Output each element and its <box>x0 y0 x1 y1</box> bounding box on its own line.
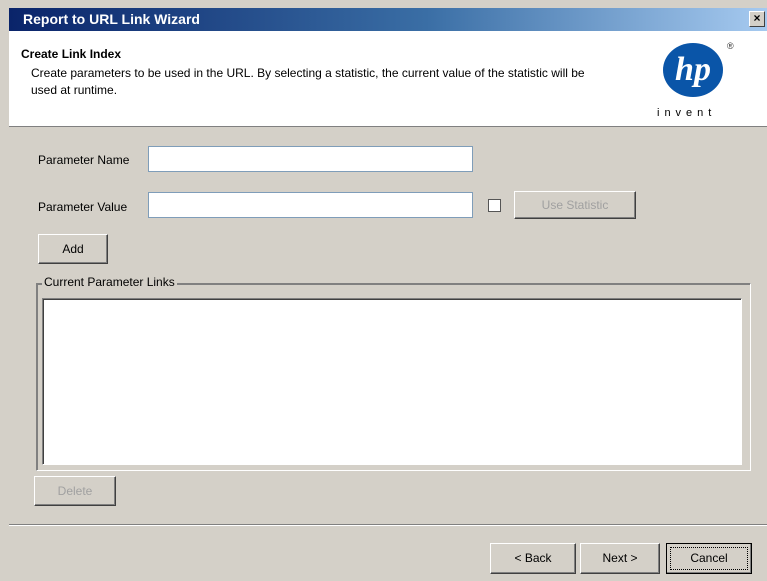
parameter-links-list[interactable] <box>42 298 742 465</box>
delete-button[interactable]: Delete <box>34 476 116 506</box>
page-description: Create parameters to be used in the URL.… <box>31 66 585 97</box>
current-parameter-links-group: Current Parameter Links <box>36 275 751 471</box>
close-icon: × <box>753 11 761 25</box>
page-title: Create Link Index <box>21 47 122 61</box>
cancel-button[interactable]: Cancel <box>666 543 752 574</box>
group-legend: Current Parameter Links <box>42 275 177 289</box>
parameter-name-field[interactable] <box>148 146 473 172</box>
close-button[interactable]: × <box>749 11 765 27</box>
registered-mark: ® <box>727 41 734 51</box>
use-statistic-checkbox[interactable] <box>488 199 501 212</box>
hp-logo-tagline: invent <box>657 107 717 119</box>
use-statistic-button[interactable]: Use Statistic <box>514 191 636 219</box>
wizard-window: Report to URL Link Wizard × Create Link … <box>0 0 767 581</box>
footer-divider <box>9 524 767 526</box>
window-title: Report to URL Link Wizard <box>23 11 200 27</box>
back-button[interactable]: < Back <box>490 543 576 574</box>
next-button[interactable]: Next > <box>580 543 660 574</box>
add-button[interactable]: Add <box>38 234 108 264</box>
parameter-name-label: Parameter Name <box>38 153 130 167</box>
parameter-value-field[interactable] <box>148 192 473 218</box>
wizard-header: Create Link Index Create parameters to b… <box>9 31 767 127</box>
parameter-value-label: Parameter Value <box>38 200 128 214</box>
hp-logo: hp ® invent <box>657 41 747 123</box>
hp-logo-mark: hp <box>663 43 723 97</box>
title-bar[interactable]: Report to URL Link Wizard × <box>9 8 767 31</box>
